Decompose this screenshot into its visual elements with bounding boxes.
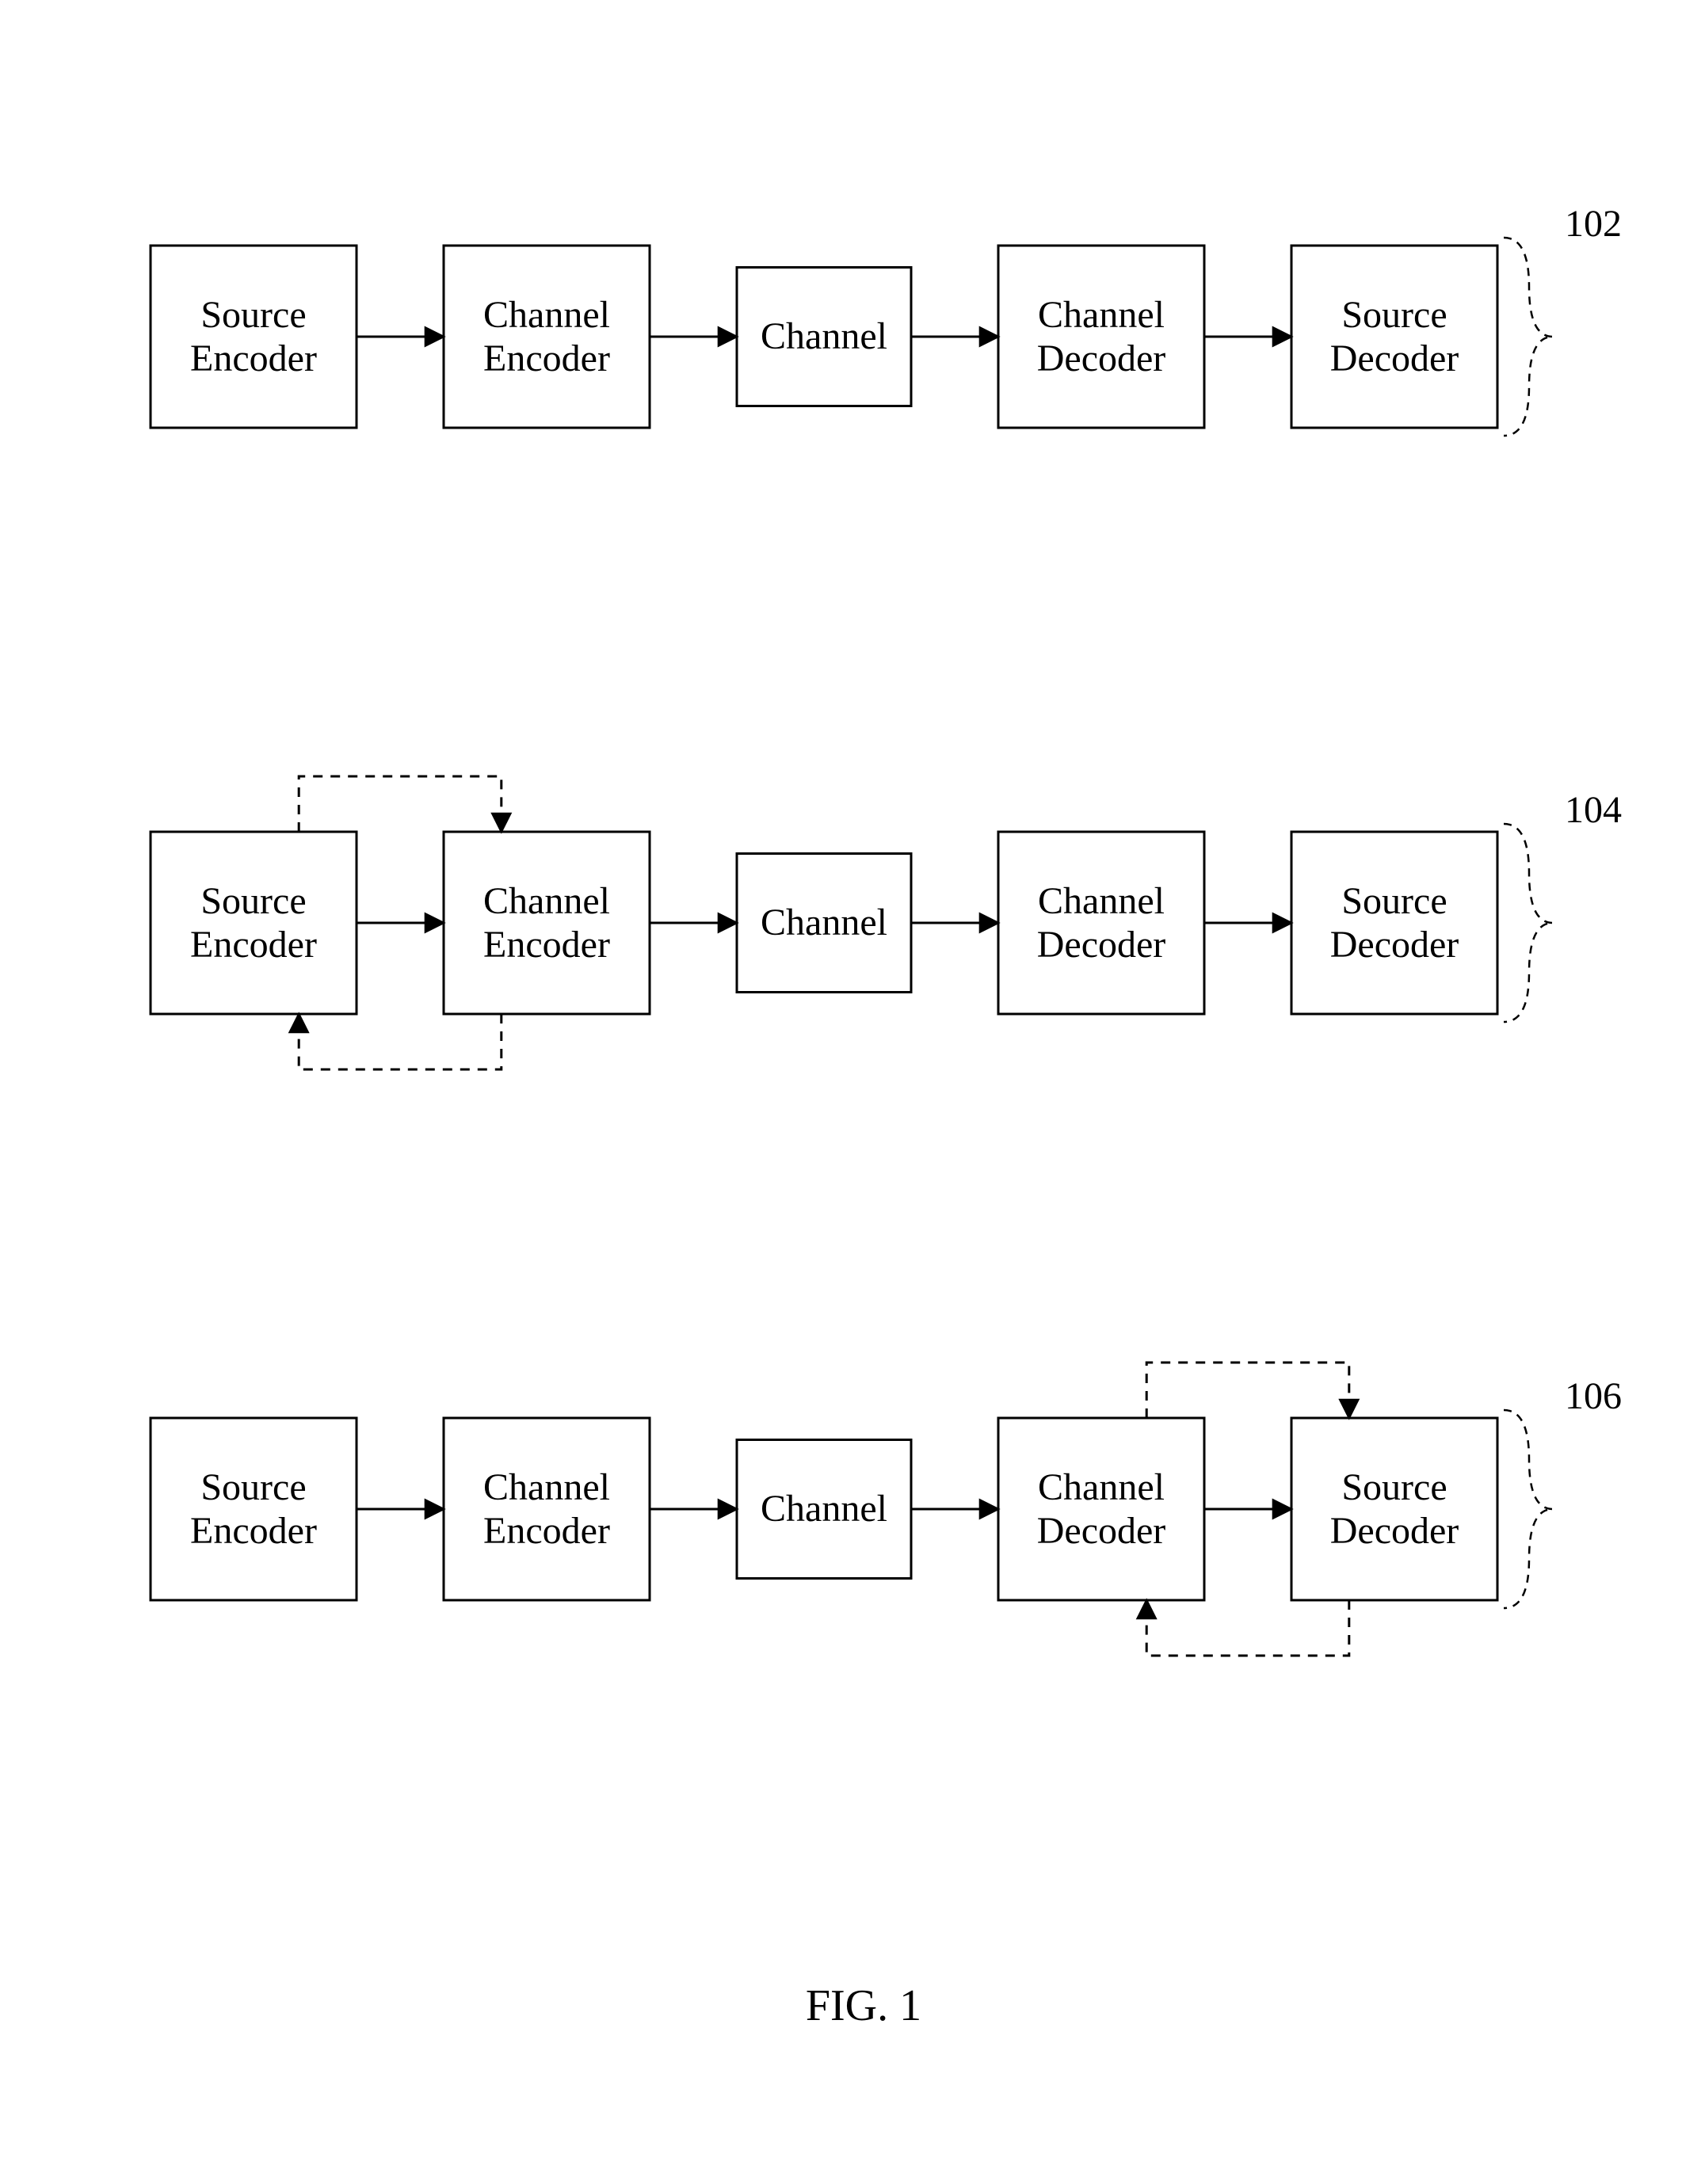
ref-104: 104 [1565, 788, 1622, 832]
diagram-canvas [0, 0, 1682, 2184]
ref-106: 106 [1565, 1374, 1622, 1418]
figure-label: FIG. 1 [784, 1980, 943, 2031]
ref-102: 102 [1565, 202, 1622, 246]
